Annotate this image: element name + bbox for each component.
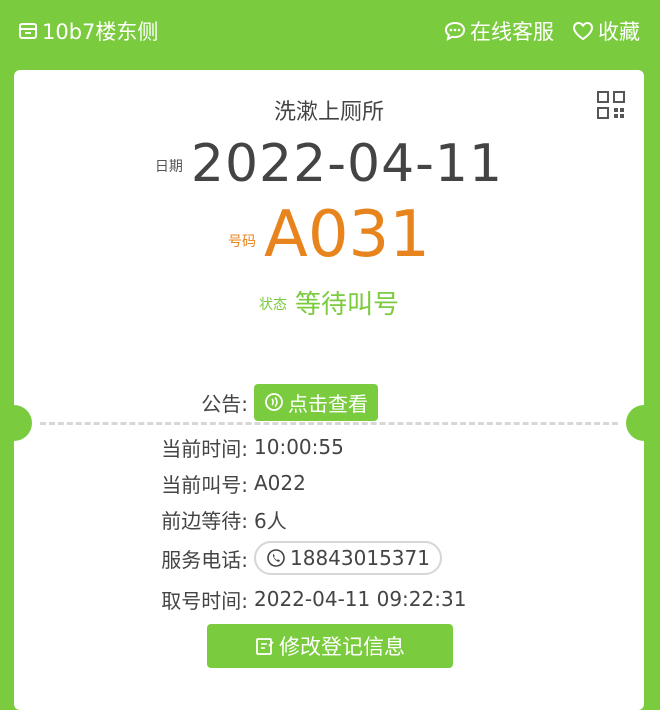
edit-registration-button[interactable]: 修改登记信息: [207, 624, 453, 668]
edit-icon: [255, 636, 275, 656]
online-service-label: 在线客服: [470, 20, 554, 44]
date-label: 日期: [154, 159, 183, 175]
service-title: 洗漱上厕所: [273, 100, 384, 125]
waiting-label: 前边等待:: [161, 508, 248, 533]
top-bar: 10b7楼东侧 在线客服 收藏: [0, 0, 660, 62]
favorite-label: 收藏: [598, 20, 640, 44]
ticket-number-row: 号码 A031: [14, 198, 644, 272]
ticket-card: 洗漱上厕所 日期 2022-04-11 号码 A031 状态 等待叫号 公告: 点击查…: [0, 70, 660, 710]
store-icon: [18, 21, 38, 41]
ticket-number: A031: [264, 198, 430, 272]
edit-registration-label: 修改登记信息: [279, 635, 405, 659]
status-row: 状态 等待叫号: [14, 284, 644, 321]
date-value: 2022-04-11: [190, 134, 504, 194]
notice-row: 公告: 点击查看: [14, 382, 644, 422]
location-text: 10b7楼东侧: [42, 20, 159, 44]
heart-icon: [572, 21, 594, 41]
number-label: 号码: [228, 234, 257, 250]
online-service-button[interactable]: 在线客服: [444, 16, 554, 46]
phone-value: 18843015371: [290, 546, 430, 570]
status-value: 等待叫号: [294, 290, 399, 320]
take-time-label: 取号时间:: [161, 588, 248, 613]
waiting-row: 前边等待: 6人: [14, 504, 644, 534]
phone-icon: [266, 548, 286, 568]
location-label[interactable]: 10b7楼东侧: [18, 16, 158, 46]
sound-icon: [264, 392, 284, 412]
status-label: 状态: [258, 297, 287, 313]
current-time-row: 当前时间: 10:00:55: [14, 432, 644, 462]
waiting-value: 6人: [254, 508, 287, 533]
take-time-value: 2022-04-11 09:22:31: [254, 587, 467, 611]
header-actions: 在线客服 收藏: [426, 16, 640, 46]
current-time-label: 当前时间:: [161, 436, 248, 461]
dashed-divider: [40, 422, 618, 425]
current-call-label: 当前叫号:: [161, 472, 248, 497]
notice-label: 公告:: [201, 391, 248, 416]
phone-row: 服务电话: 18843015371: [14, 538, 644, 578]
view-notice-button[interactable]: 点击查看: [254, 383, 378, 421]
current-call-row: 当前叫号: A022: [14, 468, 644, 498]
date-row: 日期 2022-04-11: [14, 134, 644, 194]
phone-label: 服务电话:: [161, 547, 248, 572]
call-phone-button[interactable]: 18843015371: [254, 541, 442, 575]
take-time-row: 取号时间: 2022-04-11 09:22:31: [14, 584, 644, 614]
current-call-value: A022: [254, 471, 306, 495]
current-time-value: 10:00:55: [254, 435, 344, 459]
chat-icon: [444, 21, 466, 41]
favorite-button[interactable]: 收藏: [572, 16, 640, 46]
view-notice-label: 点击查看: [288, 391, 368, 416]
